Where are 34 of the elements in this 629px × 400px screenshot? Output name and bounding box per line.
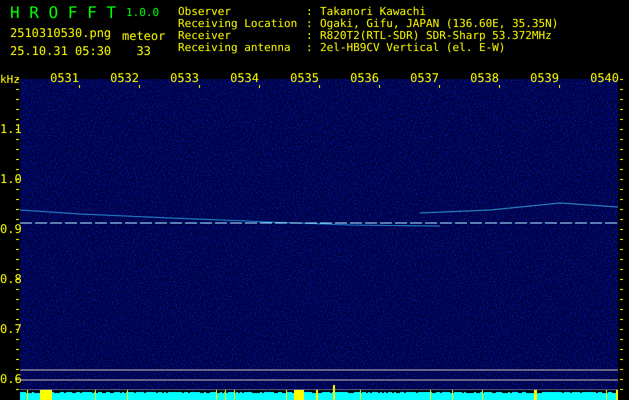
- info-label: Receiving Location: [178, 18, 298, 30]
- separator: :: [306, 30, 314, 42]
- version-label: 1.0.0: [126, 4, 160, 21]
- info-label: Observer: [178, 6, 232, 18]
- info-label: Receiver: [178, 30, 231, 42]
- separator: :: [306, 6, 314, 18]
- info-value: Takanori Kawachi: [320, 6, 426, 18]
- time-label: 0539: [529, 72, 559, 85]
- time-label: 0537: [409, 72, 439, 85]
- frequency-label: 1.1: [0, 123, 22, 136]
- info-value: Ogaki, Gifu, JAPAN (136.60E, 35.35N): [320, 18, 558, 30]
- time-label: 0532: [109, 72, 139, 85]
- info-value: 2el-HB9CV Vertical (el. E-W): [320, 42, 506, 54]
- time-label: 0533: [169, 72, 199, 85]
- time-label: 0531: [49, 72, 79, 85]
- frequency-label: 0.8: [0, 273, 22, 286]
- meteor-count: 33: [136, 44, 151, 59]
- datetime-label: 25.10.31 05:30: [10, 43, 112, 60]
- separator: :: [306, 18, 314, 30]
- info-value: R820T2(RTL-SDR) SDR-Sharp 53.372MHz: [320, 30, 552, 42]
- app-title: H R O F F T: [10, 4, 116, 22]
- separator: :: [306, 42, 314, 54]
- axis-unit: kHz: [0, 74, 20, 86]
- time-label: 0535: [289, 72, 319, 85]
- info-label: Receiving antenna: [178, 42, 292, 54]
- filename-label: 2510310530.png: [10, 25, 112, 42]
- frequency-label: 1.0: [0, 173, 22, 186]
- time-label: 0536: [349, 72, 379, 85]
- time-label: 0540: [589, 72, 619, 85]
- frequency-label: 0.7: [0, 323, 22, 336]
- time-label: 0538: [469, 72, 499, 85]
- time-label: 0534: [229, 72, 259, 85]
- frequency-label: 0.6: [0, 373, 22, 386]
- meteor-label: meteor: [122, 29, 166, 44]
